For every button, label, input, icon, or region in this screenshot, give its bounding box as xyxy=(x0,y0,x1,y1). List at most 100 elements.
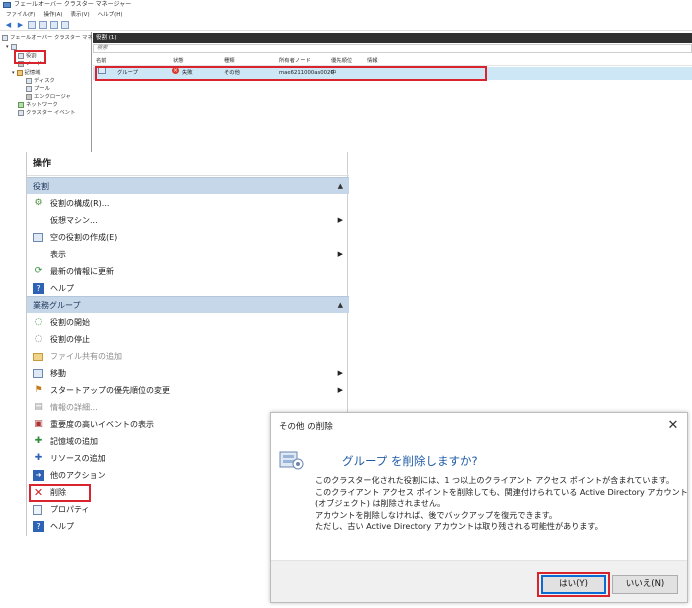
section-label: 業務グループ xyxy=(33,301,81,310)
tree-item-label: エンクロージャ xyxy=(34,94,71,100)
action-label: スタートアップの優先順位の変更 xyxy=(50,386,170,395)
tree-item-cluster-events[interactable]: クラスター イベント xyxy=(18,109,75,117)
no-button[interactable]: いいえ(N) xyxy=(612,575,678,594)
tree-item-networks[interactable]: ネットワーク xyxy=(18,101,58,109)
submenu-arrow-icon: ▶ xyxy=(337,216,343,224)
column-header-priority[interactable]: 優先順位 xyxy=(331,57,352,66)
action-label: プロパティ xyxy=(50,505,90,514)
tree-item-disks[interactable]: ディスク xyxy=(26,77,55,85)
action-virtual-machines[interactable]: 仮想マシン... ▶ xyxy=(27,212,349,229)
action-label: 記憶域の追加 xyxy=(50,437,98,446)
column-header-type[interactable]: 種類 xyxy=(224,57,235,66)
roles-column-headers: 名前 状態 種類 所有者ノード 優先順位 情報 xyxy=(93,57,692,66)
console-tree-icon[interactable] xyxy=(61,21,69,29)
action-label: 最新の情報に更新 xyxy=(50,267,114,276)
role-row-highlight-box xyxy=(95,66,487,81)
action-label: ヘルプ xyxy=(50,284,74,293)
action-label: 役割の開始 xyxy=(50,318,90,327)
action-create-empty-role[interactable]: 空の役割の作成(E) xyxy=(27,229,349,246)
cluster-manager-icon xyxy=(2,35,8,41)
tree-item-label: プール xyxy=(34,86,50,92)
expand-icon[interactable]: ▾ xyxy=(6,43,9,51)
expand-icon[interactable]: ▾ xyxy=(12,69,15,77)
file-share-icon xyxy=(33,353,43,361)
tree-item-label: クラスター イベント xyxy=(26,110,76,116)
action-label: ヘルプ xyxy=(50,522,74,531)
column-header-status[interactable]: 状態 xyxy=(173,57,184,66)
action-label: 空の役割の作成(E) xyxy=(50,233,118,242)
section-header-group[interactable]: 業務グループ ▲ xyxy=(27,296,349,313)
action-label: 表示 xyxy=(50,250,66,259)
action-change-startup-priority[interactable]: ⚑ スタートアップの優先順位の変更 ▶ xyxy=(27,382,349,399)
pool-icon xyxy=(26,86,32,92)
action-add-file-share[interactable]: ファイル共有の追加 xyxy=(27,348,349,365)
action-label: リソースの追加 xyxy=(50,454,106,463)
section-header-roles[interactable]: 役割 ▲ xyxy=(27,177,349,194)
help-icon: ? xyxy=(33,283,44,294)
tree-item-enclosures[interactable]: エンクロージャ xyxy=(26,93,71,101)
startup-priority-icon: ⚑ xyxy=(34,385,43,395)
actions-title: 操作 xyxy=(27,152,349,176)
properties-icon xyxy=(33,505,42,515)
action-move[interactable]: 移動 ▶ xyxy=(27,365,349,382)
action-configure-role[interactable]: ⚙ 役割の構成(R)... xyxy=(27,195,349,212)
action-label: 仮想マシン... xyxy=(50,216,98,225)
add-resource-icon: ✚ xyxy=(34,453,43,463)
tree-item-label: 記憶域 xyxy=(24,70,41,76)
forward-icon[interactable]: ▶ xyxy=(16,21,25,29)
action-label: 情報の詳細... xyxy=(50,403,98,412)
action-label: 重要度の高いイベントの表示 xyxy=(50,420,154,429)
configure-role-icon: ⚙ xyxy=(34,198,43,208)
collapse-icon[interactable]: ▲ xyxy=(338,297,343,314)
submenu-arrow-icon: ▶ xyxy=(337,369,343,377)
delete-confirmation-dialog: その他 の削除 ✕ グループ を削除しますか? このクラスター化された役割には、… xyxy=(270,412,688,603)
menu-file[interactable]: ファイル(F) xyxy=(6,11,35,20)
tree-item-storage[interactable]: ▾ 記憶域 xyxy=(12,69,40,77)
action-view[interactable]: 表示 ▶ xyxy=(27,246,349,263)
toolbar: ◀ ▶ xyxy=(0,20,692,31)
column-header-owner[interactable]: 所有者ノード xyxy=(279,57,311,66)
dialog-question: グループ を削除しますか? xyxy=(342,454,478,468)
menu-bar: ファイル(F) 操作(A) 表示(V) ヘルプ(H) xyxy=(0,11,692,20)
menu-action[interactable]: 操作(A) xyxy=(43,11,62,20)
action-label: ファイル共有の追加 xyxy=(50,352,122,361)
action-label: 役割の構成(R)... xyxy=(50,199,110,208)
dialog-title: その他 の削除 xyxy=(279,422,333,432)
disk-icon xyxy=(26,78,32,84)
enclosure-icon xyxy=(26,94,32,100)
submenu-arrow-icon: ▶ xyxy=(337,250,343,258)
column-header-info[interactable]: 情報 xyxy=(367,57,378,66)
roles-search-input[interactable]: 検索 xyxy=(93,44,692,53)
properties-toolbar-icon[interactable] xyxy=(39,21,47,29)
start-role-icon: ◌ xyxy=(34,317,43,327)
close-icon[interactable]: ✕ xyxy=(665,418,681,434)
refresh-icon: ⟳ xyxy=(34,266,43,276)
action-stop-role[interactable]: ◌ 役割の停止 xyxy=(27,331,349,348)
action-start-role[interactable]: ◌ 役割の開始 xyxy=(27,314,349,331)
tree-item-label: ネットワーク xyxy=(26,102,58,108)
collapse-icon[interactable]: ▲ xyxy=(338,178,343,195)
window-title: フェールオーバー クラスター マネージャー xyxy=(14,1,132,8)
help-toolbar-icon[interactable] xyxy=(50,21,58,29)
info-icon: ▤ xyxy=(34,402,43,412)
tree-item-pools[interactable]: プール xyxy=(26,85,50,93)
dialog-message-line: このクライアント アクセス ポイントを削除しても、関連付けられている Activ… xyxy=(315,486,688,497)
roles-highlight-box xyxy=(14,50,46,64)
section-label: 役割 xyxy=(33,182,49,191)
storage-icon xyxy=(16,70,23,76)
dialog-message-line: ただし、古い Active Directory アカウントは取り残される可能性が… xyxy=(315,521,603,532)
dialog-message: このクラスター化された役割には、1 つ以上のクライアント アクセス ポイントが含… xyxy=(315,475,688,533)
network-icon xyxy=(18,102,24,108)
delete-highlight-box xyxy=(29,484,91,502)
move-icon xyxy=(33,369,43,378)
column-header-name[interactable]: 名前 xyxy=(96,57,107,66)
submenu-arrow-icon: ▶ xyxy=(337,386,343,394)
folder-icon[interactable] xyxy=(28,21,36,29)
menu-help[interactable]: ヘルプ(H) xyxy=(98,11,123,20)
menu-view[interactable]: 表示(V) xyxy=(71,11,90,20)
critical-events-icon: ▣ xyxy=(34,419,43,429)
action-help-roles[interactable]: ? ヘルプ xyxy=(27,280,349,297)
action-refresh[interactable]: ⟳ 最新の情報に更新 xyxy=(27,263,349,280)
back-icon[interactable]: ◀ xyxy=(4,21,13,29)
action-label: 他のアクション xyxy=(50,471,106,480)
